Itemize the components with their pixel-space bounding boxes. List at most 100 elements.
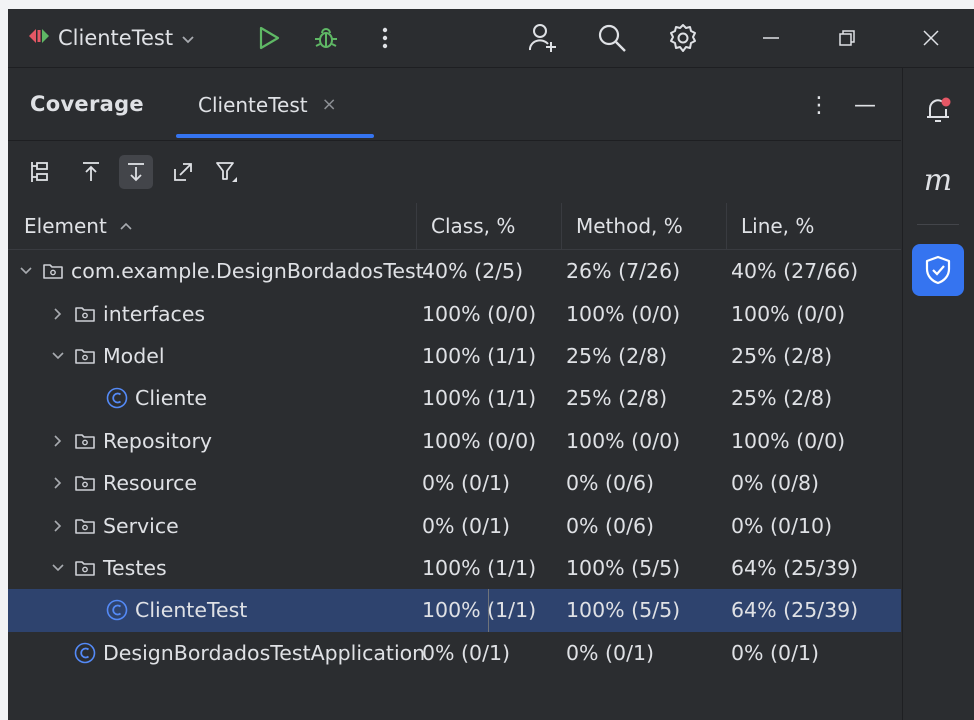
minimize-icon[interactable]: [754, 21, 788, 55]
element-name: Resource: [103, 471, 198, 496]
method-coverage-cell: 100% (0/0): [566, 428, 681, 453]
table-header: Element Class, % Method, % Line, %: [8, 203, 901, 250]
header-element[interactable]: Element: [8, 203, 416, 249]
navigate-down-icon[interactable]: [119, 155, 153, 189]
method-coverage-cell: 0% (0/6): [566, 513, 655, 538]
table-body: com.example.DesignBordadosTest 40% (2/5) 2…: [8, 250, 901, 674]
chevron-right-icon[interactable]: [48, 307, 68, 321]
table-row[interactable]: Service 0% (0/1) 0% (0/6) 0% (0/10): [8, 504, 901, 546]
method-coverage-cell: 0% (0/6): [566, 471, 655, 496]
table-row[interactable]: ClienteTest 100% (1/1) 100% (5/5) 64% (25/3…: [8, 589, 901, 632]
chevron-right-icon[interactable]: [48, 519, 68, 533]
class-coverage-cell: 100% (1/1): [422, 555, 537, 580]
tab-label: ClienteTest: [198, 93, 308, 117]
coverage-shield-icon[interactable]: [912, 244, 964, 296]
element-cell: Repository: [8, 420, 456, 462]
run-config-selector[interactable]: ClienteTest: [28, 19, 195, 57]
class-coverage-cell: 100% (1/1): [422, 598, 537, 623]
table-row[interactable]: Testes 100% (1/1) 100% (5/5) 64% (25/39): [8, 547, 901, 589]
chevron-right-icon[interactable]: [48, 476, 68, 490]
coverage-toolbar: [8, 141, 901, 201]
chevron-right-icon[interactable]: [48, 434, 68, 448]
coverage-tool-window: Coverage ClienteTest × ⋮ — Element Class…: [8, 68, 901, 720]
title-bar: ClienteTest: [8, 9, 974, 68]
chevron-down-icon[interactable]: [48, 563, 68, 573]
package-folder-icon: [74, 346, 96, 366]
element-name: com.example.DesignBordadosTest: [71, 259, 424, 284]
header-line[interactable]: Line, %: [726, 203, 901, 249]
class-coverage-cell: 40% (2/5): [422, 259, 524, 284]
line-coverage-cell: 0% (0/10): [731, 513, 833, 538]
tab-clientetest[interactable]: ClienteTest ×: [176, 88, 374, 136]
coverage-table: Element Class, % Method, % Line, % com.e…: [8, 203, 901, 674]
tab-close-icon[interactable]: ×: [322, 88, 337, 115]
stripe-divider: [917, 224, 959, 225]
chevron-down-icon[interactable]: [48, 351, 68, 361]
run-config-icon: [28, 26, 50, 50]
panel-options-icon[interactable]: ⋮: [804, 90, 834, 120]
table-row[interactable]: Cliente 100% (1/1) 25% (2/8) 25% (2/8): [8, 377, 901, 419]
element-cell: ClienteTest: [8, 589, 489, 632]
header-element-label: Element: [24, 214, 107, 238]
settings-icon[interactable]: [664, 19, 702, 57]
line-coverage-cell: 25% (2/8): [731, 386, 833, 411]
line-coverage-cell: 64% (25/39): [731, 598, 859, 623]
package-folder-icon: [74, 558, 96, 578]
m-icon[interactable]: m: [912, 154, 964, 206]
more-vertical-icon[interactable]: [368, 21, 402, 55]
class-icon: [106, 387, 128, 409]
chevron-down-icon[interactable]: [16, 266, 36, 276]
element-cell: Model: [8, 335, 456, 377]
line-coverage-cell: 64% (25/39): [731, 555, 859, 580]
table-row[interactable]: com.example.DesignBordadosTest 40% (2/5) 2…: [8, 250, 901, 292]
element-name: Cliente: [135, 386, 207, 411]
element-cell: com.example.DesignBordadosTest: [8, 250, 424, 292]
method-coverage-cell: 100% (5/5): [566, 598, 681, 623]
element-name: ClienteTest: [135, 598, 248, 623]
class-coverage-cell: 100% (1/1): [422, 386, 537, 411]
method-coverage-cell: 100% (5/5): [566, 555, 681, 580]
table-row[interactable]: interfaces 100% (0/0) 100% (0/0) 100% (0/0): [8, 292, 901, 334]
run-icon[interactable]: [252, 21, 286, 55]
header-class[interactable]: Class, %: [416, 203, 561, 249]
method-coverage-cell: 25% (2/8): [566, 386, 668, 411]
flatten-packages-icon[interactable]: [22, 155, 56, 189]
right-tool-stripe: m: [902, 68, 974, 720]
close-icon[interactable]: [914, 21, 948, 55]
chevron-down-icon: [181, 26, 195, 50]
element-cell: DesignBordadosTestApplication: [8, 632, 456, 674]
element-cell: Service: [8, 504, 456, 546]
class-icon: [106, 599, 128, 621]
navigate-up-icon[interactable]: [74, 155, 108, 189]
table-row[interactable]: Repository 100% (0/0) 100% (0/0) 100% (0/0): [8, 420, 901, 462]
search-icon[interactable]: [593, 19, 631, 57]
line-coverage-cell: 40% (27/66): [731, 259, 859, 284]
header-method[interactable]: Method, %: [561, 203, 726, 249]
export-report-icon[interactable]: [166, 155, 200, 189]
class-coverage-cell: 100% (0/0): [422, 428, 537, 453]
element-name: Repository: [103, 428, 213, 453]
method-coverage-cell: 25% (2/8): [566, 343, 668, 368]
class-coverage-cell: 0% (0/1): [422, 513, 511, 538]
element-name: Testes: [103, 555, 167, 580]
debug-icon[interactable]: [309, 21, 343, 55]
table-row[interactable]: Resource 0% (0/1) 0% (0/6) 0% (0/8): [8, 462, 901, 504]
panel-header: Coverage ClienteTest × ⋮ —: [8, 68, 901, 141]
notifications-icon[interactable]: [912, 84, 964, 136]
line-coverage-cell: 100% (0/0): [731, 428, 846, 453]
element-name: Service: [103, 513, 179, 538]
method-coverage-cell: 26% (7/26): [566, 259, 681, 284]
package-folder-icon: [74, 516, 96, 536]
filter-icon[interactable]: [210, 155, 244, 189]
line-coverage-cell: 0% (0/1): [731, 640, 820, 665]
hide-panel-icon[interactable]: —: [850, 90, 880, 120]
table-row[interactable]: Model 100% (1/1) 25% (2/8) 25% (2/8): [8, 335, 901, 377]
table-row[interactable]: DesignBordadosTestApplication 0% (0/1) 0% …: [8, 632, 901, 674]
method-coverage-cell: 100% (0/0): [566, 301, 681, 326]
restore-icon[interactable]: [830, 21, 864, 55]
panel-title: Coverage: [30, 92, 144, 116]
class-coverage-cell: 0% (0/1): [422, 640, 511, 665]
element-cell: interfaces: [8, 292, 456, 334]
class-coverage-cell: 100% (1/1): [422, 343, 537, 368]
add-user-icon[interactable]: [524, 19, 562, 57]
